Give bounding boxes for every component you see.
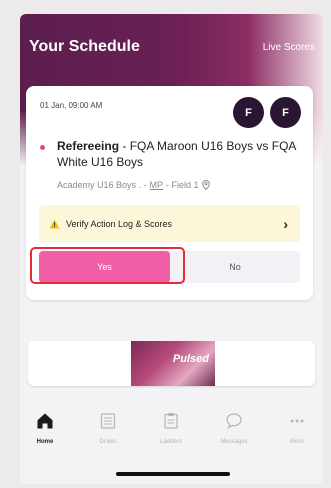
live-scores-link[interactable]: Live Scores	[263, 42, 315, 53]
verify-action-log-row[interactable]: Verify Action Log & Scores ›	[39, 205, 300, 242]
no-button[interactable]: No	[170, 251, 300, 283]
venue-prefix: Academy U16 Boys . -	[57, 180, 147, 190]
match-venue: Academy U16 Boys . - MP - Field 1	[57, 180, 210, 190]
venue-code-link[interactable]: MP	[150, 180, 164, 190]
promo-banner-image[interactable]: Pulsed	[131, 341, 215, 386]
tab-label: More	[290, 439, 304, 445]
highlight-box	[30, 247, 185, 284]
promo-banner-card[interactable]: Pulsed	[28, 341, 315, 386]
location-pin-icon	[201, 180, 210, 190]
tab-label: Messages	[220, 439, 248, 445]
home-icon	[36, 412, 54, 435]
avatar[interactable]: F	[233, 97, 264, 128]
tab-messages[interactable]: Messages	[204, 412, 264, 445]
status-dot	[40, 145, 45, 150]
tab-more[interactable]: More	[267, 412, 323, 445]
warning-icon	[49, 219, 60, 229]
more-icon	[288, 412, 306, 435]
page-title: Your Schedule	[29, 38, 140, 55]
tab-label: Ladders	[160, 439, 182, 445]
avatar[interactable]: F	[270, 97, 301, 128]
match-title: Refereeing - FQA Maroon U16 Boys vs FQA …	[57, 138, 297, 170]
match-role: Refereeing	[57, 139, 120, 153]
tab-home[interactable]: Home	[20, 412, 75, 445]
messages-icon	[225, 412, 243, 435]
tab-label: Draws	[99, 439, 117, 445]
match-separator: -	[119, 139, 130, 153]
ladders-icon	[162, 412, 180, 435]
venue-field: - Field 1	[166, 180, 199, 190]
tab-draws[interactable]: Draws	[78, 412, 138, 445]
draws-icon	[99, 412, 117, 435]
tab-label: Home	[36, 439, 54, 445]
home-indicator	[116, 472, 230, 476]
bottom-tab-bar: Home Draws Ladders Messages More	[20, 406, 323, 466]
match-datetime: 01 Jan, 09:00 AM	[40, 101, 103, 110]
tab-ladders[interactable]: Ladders	[141, 412, 201, 445]
verify-label: Verify Action Log & Scores	[66, 218, 173, 229]
promo-banner-text: Pulsed	[172, 353, 209, 365]
chevron-right-icon: ›	[283, 215, 288, 232]
